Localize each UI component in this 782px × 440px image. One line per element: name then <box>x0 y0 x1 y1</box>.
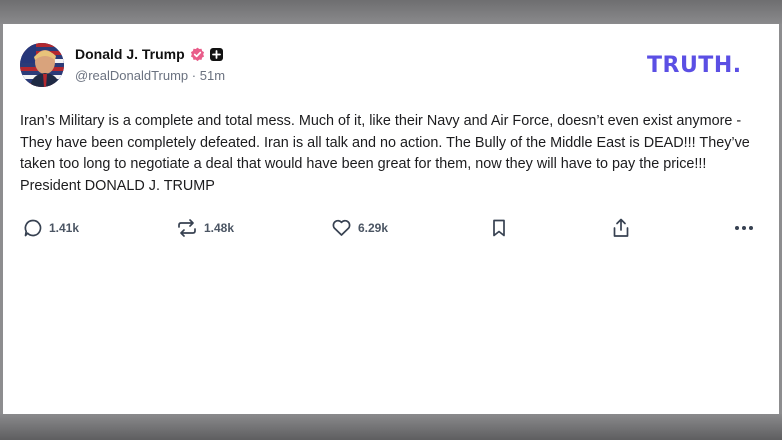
plus-icon <box>209 47 223 61</box>
like-button[interactable]: 6.29k <box>331 214 388 242</box>
avatar-image <box>20 43 64 87</box>
share-icon <box>613 218 629 237</box>
more-options-button[interactable] <box>733 214 755 242</box>
retruth-icon <box>178 219 196 237</box>
post-body: Iran’s Military is a complete and total … <box>20 113 750 194</box>
verified-badge-icon <box>190 47 204 61</box>
avatar[interactable] <box>20 43 64 87</box>
handle[interactable]: @realDonaldTrump <box>75 68 188 83</box>
more-icon <box>735 226 753 230</box>
heart-icon <box>332 219 351 236</box>
meta-row: @realDonaldTrump · 51m <box>75 68 225 86</box>
retruth-button[interactable]: 1.48k <box>176 214 234 242</box>
bookmark-button[interactable] <box>490 214 508 242</box>
author-block: Donald J. Trump @realDonaldTrump · 51m <box>75 44 225 86</box>
display-name[interactable]: Donald J. Trump <box>75 46 185 62</box>
bottom-band <box>0 414 782 440</box>
top-band <box>0 0 782 24</box>
bookmark-icon <box>493 219 505 237</box>
name-row: Donald J. Trump <box>75 44 225 64</box>
reply-icon <box>24 219 42 237</box>
reply-count: 1.41k <box>49 221 80 235</box>
reply-button[interactable]: 1.41k <box>23 214 79 242</box>
share-button[interactable] <box>611 214 631 242</box>
timestamp[interactable]: 51m <box>200 68 225 83</box>
post-card: Donald J. Trump @realDonaldTrump · 51m T… <box>3 24 779 414</box>
truth-social-logo[interactable]: TRUTH. <box>647 53 742 78</box>
like-count: 6.29k <box>358 221 389 235</box>
retruth-count: 1.48k <box>204 221 235 235</box>
meta-separator: · <box>191 68 197 83</box>
action-bar: 1.41k 1.48k 6.29k <box>3 214 779 242</box>
